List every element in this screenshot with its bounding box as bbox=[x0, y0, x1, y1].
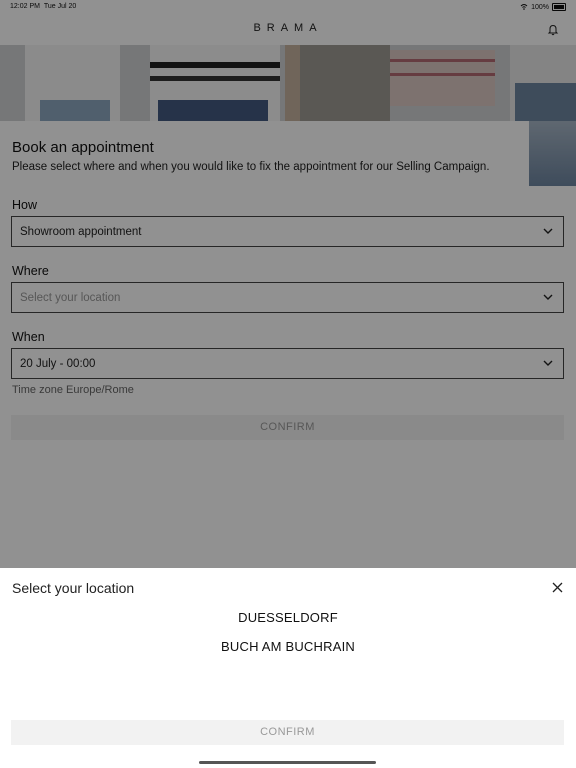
sheet-title: Select your location bbox=[12, 580, 135, 596]
sheet-confirm-button[interactable]: CONFIRM bbox=[11, 720, 564, 745]
location-option-buch-am-buchrain[interactable]: BUCH AM BUCHRAIN bbox=[0, 639, 576, 654]
close-icon[interactable] bbox=[552, 582, 563, 593]
home-indicator bbox=[199, 761, 376, 764]
modal-overlay[interactable] bbox=[0, 0, 576, 568]
location-option-duesseldorf[interactable]: DUESSELDORF bbox=[0, 610, 576, 625]
